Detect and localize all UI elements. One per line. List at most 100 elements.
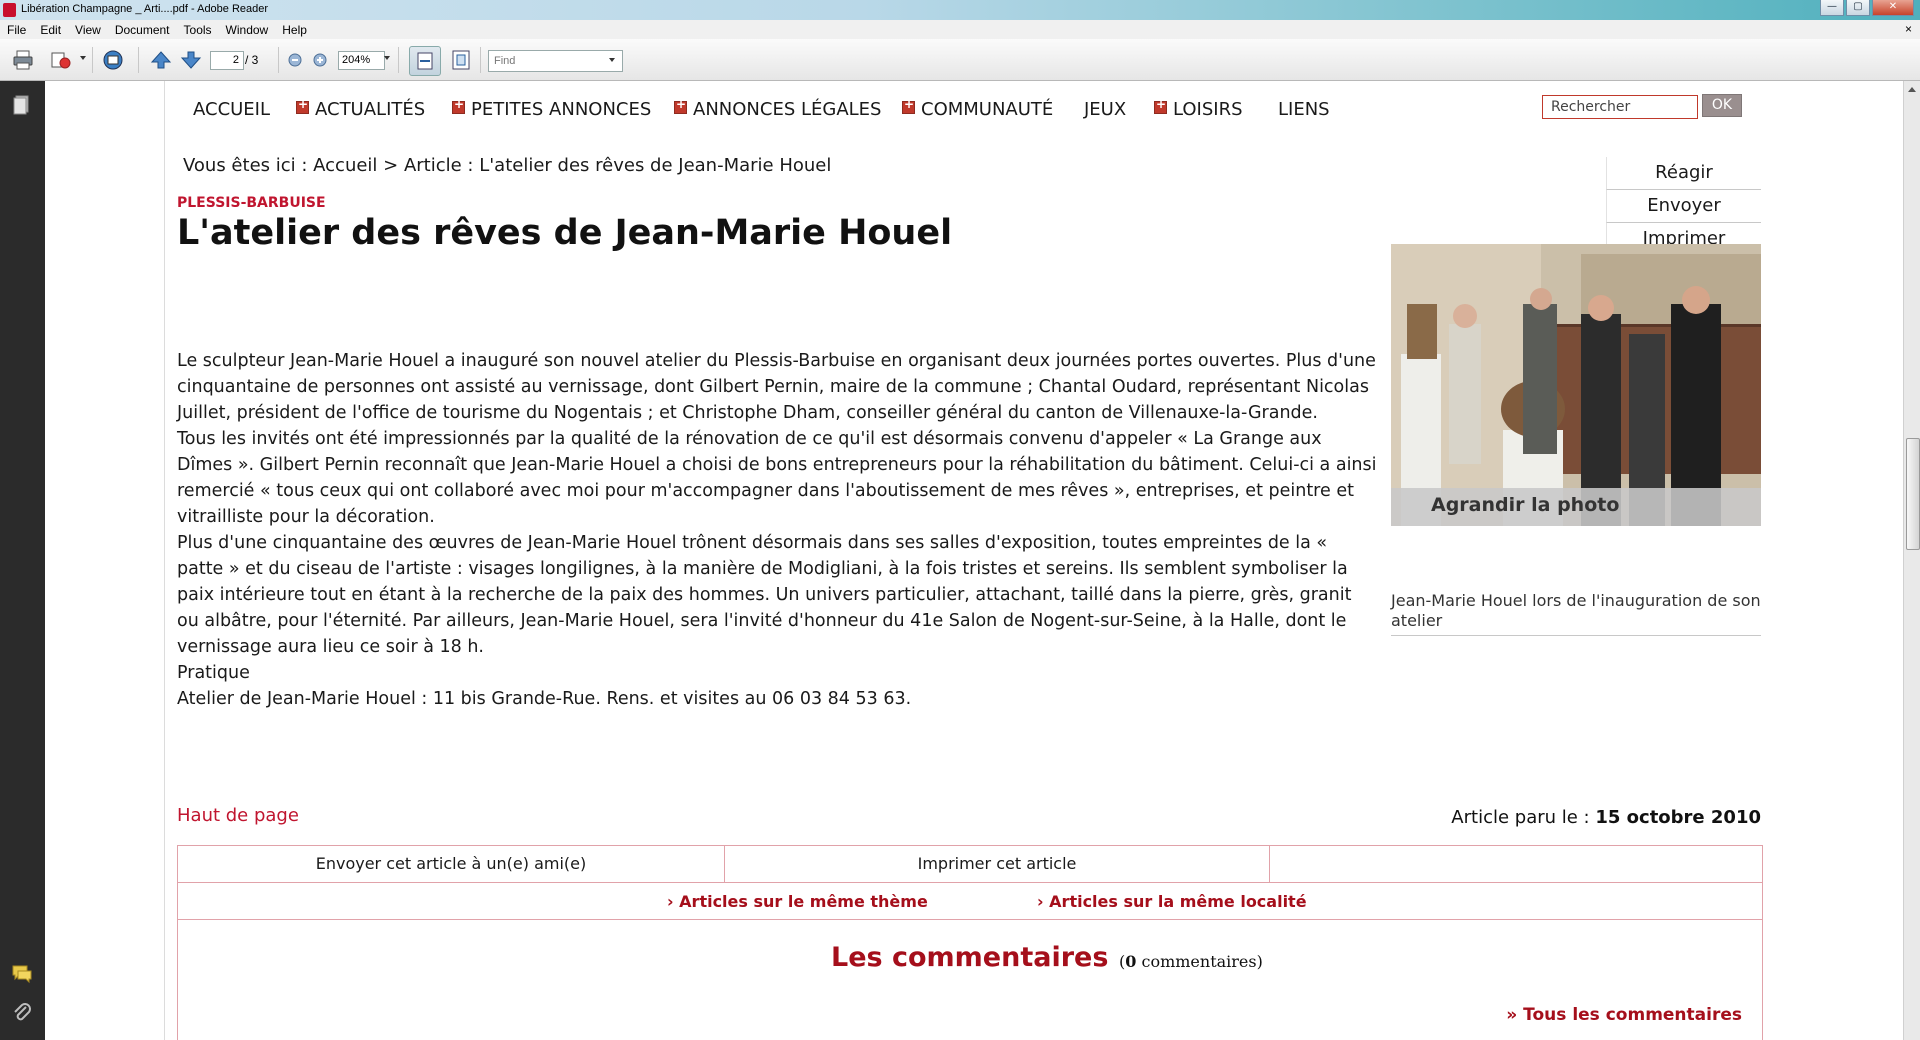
published-date: 15 octobre 2010 — [1595, 807, 1761, 828]
count-suffix: commentaires) — [1136, 952, 1263, 971]
article-category[interactable]: PLESSIS-BARBUISE — [177, 195, 326, 211]
related-links-row: › Articles sur le même thème › Articles … — [178, 883, 1762, 920]
menu-edit[interactable]: Edit — [33, 23, 68, 37]
zoom-dropdown-icon[interactable] — [384, 56, 390, 60]
article-paragraph: Le sculpteur Jean-Marie Houel a inauguré… — [177, 351, 1376, 423]
toolbar: 2 / 3 204% Find — [0, 39, 1920, 81]
maximize-button[interactable]: ▢ — [1846, 0, 1870, 16]
comments-count: (0 commentaires) — [1119, 952, 1263, 971]
zoom-out-icon[interactable] — [288, 53, 302, 67]
count-value: 0 — [1125, 952, 1137, 971]
nav-jeux[interactable]: JEUX — [1084, 99, 1126, 120]
caption-divider — [1391, 635, 1761, 636]
article-body: Le sculpteur Jean-Marie Houel a inauguré… — [177, 348, 1377, 712]
plus-icon — [674, 97, 687, 114]
photo-caption: Jean-Marie Houel lors de l'inauguration … — [1391, 591, 1761, 630]
plus-icon — [452, 97, 465, 114]
toolbar-separator — [480, 47, 481, 73]
page-total: / 3 — [245, 53, 259, 67]
nav-label: ANNONCES LÉGALES — [693, 99, 882, 120]
share-icon[interactable] — [50, 49, 72, 71]
zoom-level-input[interactable]: 204% — [338, 51, 385, 70]
menu-bar: File Edit View Document Tools Window Hel… — [0, 20, 1920, 39]
same-theme-link[interactable]: › Articles sur le même thème — [667, 892, 928, 911]
plus-icon — [1154, 97, 1167, 114]
send-to-friend-link[interactable]: Envoyer cet article à un(e) ami(e) — [178, 846, 725, 882]
nav-label: COMMUNAUTÉ — [921, 99, 1054, 120]
attachments-icon[interactable] — [10, 1001, 34, 1025]
site-search-input[interactable]: Rechercher — [1542, 95, 1698, 119]
document-viewport: ACCUEIL ACTUALITÉS PETITES ANNONCES ANNO… — [45, 81, 1903, 1040]
find-input[interactable]: Find — [488, 50, 623, 72]
nav-label: LOISIRS — [1173, 99, 1243, 120]
published-label: Article paru le : — [1451, 807, 1596, 828]
article-footer-box: Envoyer cet article à un(e) ami(e) Impri… — [177, 845, 1763, 1040]
enlarge-photo-label: Agrandir la photo — [1431, 494, 1620, 516]
page-number-input[interactable]: 2 — [210, 51, 244, 70]
react-button[interactable]: Réagir — [1606, 157, 1761, 190]
next-page-icon[interactable] — [180, 49, 202, 71]
article-paragraph: Atelier de Jean-Marie Houel : 11 bis Gra… — [177, 689, 912, 709]
nav-label: ACTUALITÉS — [315, 99, 426, 120]
toolbar-separator — [138, 47, 139, 73]
breadcrumb: Vous êtes ici : Accueil > Article : L'at… — [183, 155, 832, 176]
nav-communaute[interactable]: COMMUNAUTÉ — [902, 97, 1054, 120]
close-window-button[interactable]: ✕ — [1872, 0, 1914, 16]
fit-width-icon — [417, 52, 433, 70]
menu-window[interactable]: Window — [219, 23, 276, 37]
back-to-top-link[interactable]: Haut de page — [177, 805, 299, 826]
fit-page-icon[interactable] — [450, 49, 472, 71]
toolbar-separator — [92, 47, 93, 73]
print-icon[interactable] — [12, 49, 34, 71]
all-comments-link[interactable]: » Tous les commentaires — [1506, 1005, 1742, 1025]
menu-tools[interactable]: Tools — [177, 23, 219, 37]
footer-actions-row: Envoyer cet article à un(e) ami(e) Impri… — [178, 846, 1762, 883]
navigation-panel — [0, 81, 45, 1040]
article-photo[interactable]: Agrandir la photo — [1391, 244, 1761, 526]
scrollbar-thumb[interactable] — [1906, 438, 1920, 550]
send-button[interactable]: Envoyer — [1606, 190, 1761, 223]
window-controls: — ▢ ✕ — [1818, 0, 1914, 18]
nav-petites-annonces[interactable]: PETITES ANNONCES — [452, 97, 652, 120]
nav-liens[interactable]: LIENS — [1278, 99, 1330, 120]
zoom-in-icon[interactable] — [313, 53, 327, 67]
menu-help[interactable]: Help — [275, 23, 314, 37]
nav-label: ACCUEIL — [193, 99, 271, 120]
article-paragraph: Tous les invités ont été impressionnés p… — [177, 429, 1377, 527]
find-dropdown-icon[interactable] — [609, 58, 615, 62]
collaborate-icon[interactable] — [102, 49, 124, 71]
pdf-page: ACCUEIL ACTUALITÉS PETITES ANNONCES ANNO… — [164, 81, 1815, 1040]
print-article-link[interactable]: Imprimer cet article — [725, 846, 1270, 882]
comments-icon[interactable] — [10, 961, 34, 985]
nav-label: JEUX — [1084, 99, 1127, 120]
scroll-up-arrow-icon[interactable] — [1908, 87, 1916, 92]
previous-page-icon[interactable] — [150, 49, 172, 71]
close-document-button[interactable]: × — [1905, 22, 1912, 36]
menu-view[interactable]: View — [68, 23, 108, 37]
site-search-button[interactable]: OK — [1702, 94, 1742, 117]
window-title-bar: Libération Champagne _ Arti....pdf - Ado… — [0, 0, 1920, 20]
menu-file[interactable]: File — [0, 23, 33, 37]
fit-width-button[interactable] — [409, 46, 441, 76]
nav-label: LIENS — [1278, 99, 1330, 120]
nav-accueil[interactable]: ACCUEIL — [193, 99, 270, 120]
article-actions: Réagir Envoyer Imprimer — [1606, 157, 1761, 256]
same-locality-link[interactable]: › Articles sur la même localité — [1037, 892, 1307, 911]
nav-loisirs[interactable]: LOISIRS — [1154, 97, 1243, 120]
enlarge-photo-overlay[interactable]: Agrandir la photo — [1391, 488, 1761, 526]
nav-label: PETITES ANNONCES — [471, 99, 652, 120]
article-paragraph: Plus d'une cinquantaine des œuvres de Je… — [177, 533, 1352, 657]
nav-annonces-legales[interactable]: ANNONCES LÉGALES — [674, 97, 882, 120]
pages-icon[interactable] — [10, 93, 34, 117]
photo-image — [1391, 244, 1761, 526]
share-dropdown-icon[interactable] — [80, 56, 86, 60]
menu-document[interactable]: Document — [108, 23, 177, 37]
minimize-button[interactable]: — — [1820, 0, 1844, 16]
plus-icon — [296, 97, 309, 114]
vertical-scrollbar[interactable] — [1903, 81, 1920, 1040]
comments-title: Les commentaires — [831, 942, 1109, 973]
site-navigation: ACCUEIL ACTUALITÉS PETITES ANNONCES ANNO… — [165, 81, 1815, 137]
window-title: Libération Champagne _ Arti....pdf - Ado… — [21, 3, 269, 15]
publication-date: Article paru le : 15 octobre 2010 — [1451, 807, 1761, 828]
nav-actualites[interactable]: ACTUALITÉS — [296, 97, 426, 120]
